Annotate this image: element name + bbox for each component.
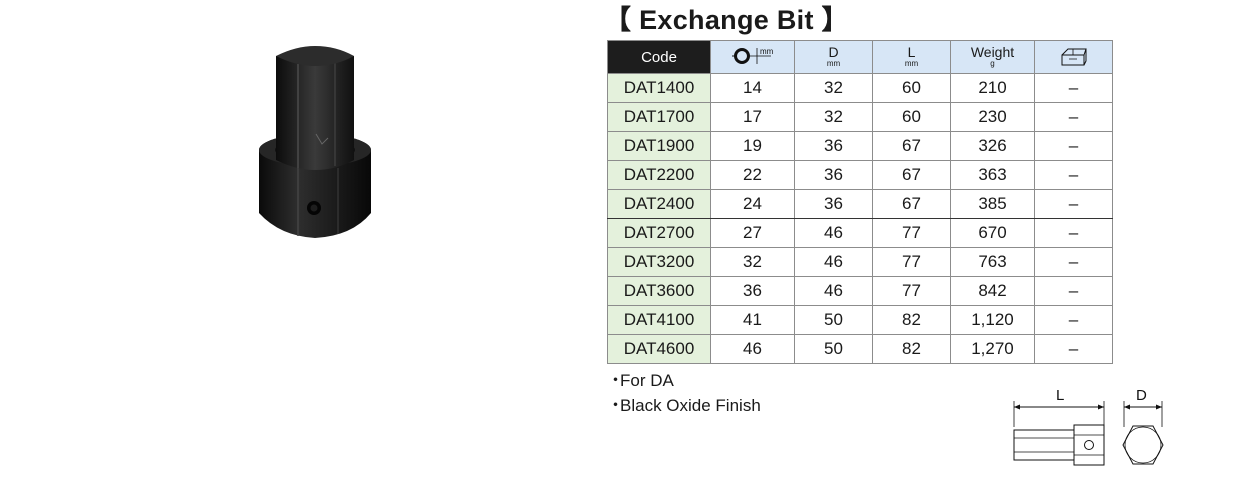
d-cell: 36 (794, 131, 873, 161)
l-cell: 67 (872, 160, 951, 190)
weight-cell: 230 (950, 102, 1035, 132)
hex-cell: 32 (710, 247, 795, 277)
table-row: DAT4600 46 50 82 1,270 – (607, 334, 1113, 364)
code-cell: DAT4600 (607, 334, 711, 364)
table-row: DAT3600 36 46 77 842 – (607, 276, 1113, 306)
page-title: 【 Exchange Bit 】 (604, 5, 849, 35)
d-cell: 32 (794, 102, 873, 132)
code-cell: DAT2700 (607, 218, 711, 248)
code-cell: DAT3600 (607, 276, 711, 306)
l-cell: 77 (872, 218, 951, 248)
l-cell: 67 (872, 131, 951, 161)
table-row: DAT1400 14 32 60 210 – (607, 73, 1113, 103)
d-cell: 46 (794, 218, 873, 248)
dimension-l-label: L (1056, 387, 1064, 404)
packaging-cell: – (1034, 73, 1113, 103)
code-cell: DAT1400 (607, 73, 711, 103)
notes-list: ・For DA ・Black Oxide Finish (607, 368, 761, 418)
d-cell: 36 (794, 160, 873, 190)
packaging-cell: – (1034, 218, 1113, 248)
hex-cell: 36 (710, 276, 795, 306)
packaging-cell: – (1034, 131, 1113, 161)
box-icon (1061, 48, 1087, 66)
hex-cell: 14 (710, 73, 795, 103)
weight-cell: 385 (950, 189, 1035, 219)
weight-cell: 670 (950, 218, 1035, 248)
packaging-cell: – (1034, 102, 1113, 132)
l-cell: 82 (872, 334, 951, 364)
spec-table: Code mm D mm L mm Weight g DAT1400 14 32… (607, 40, 1113, 364)
header-l: L mm (872, 40, 951, 74)
weight-cell: 763 (950, 247, 1035, 277)
l-cell: 82 (872, 305, 951, 335)
l-cell: 67 (872, 189, 951, 219)
hex-unit: mm (760, 47, 774, 56)
l-cell: 77 (872, 247, 951, 277)
table-row: DAT2700 27 46 77 670 – (607, 218, 1113, 248)
table-row: DAT2200 22 36 67 363 – (607, 160, 1113, 190)
code-cell: DAT4100 (607, 305, 711, 335)
hex-cell: 19 (710, 131, 795, 161)
packaging-cell: – (1034, 334, 1113, 364)
dimension-d-label: D (1136, 387, 1147, 404)
header-d: D mm (794, 40, 873, 74)
hex-cell: 46 (710, 334, 795, 364)
packaging-cell: – (1034, 276, 1113, 306)
note-item: ・Black Oxide Finish (607, 396, 761, 415)
packaging-cell: – (1034, 160, 1113, 190)
d-cell: 36 (794, 189, 873, 219)
hex-size-icon: mm (731, 47, 774, 64)
code-cell: DAT2400 (607, 189, 711, 219)
table-row: DAT2400 24 36 67 385 – (607, 189, 1113, 219)
header-code: Code (607, 40, 711, 74)
header-weight: Weight g (950, 40, 1035, 74)
d-cell: 50 (794, 305, 873, 335)
weight-cell: 1,270 (950, 334, 1035, 364)
weight-cell: 326 (950, 131, 1035, 161)
l-cell: 77 (872, 276, 951, 306)
code-cell: DAT1700 (607, 102, 711, 132)
packaging-cell: – (1034, 189, 1113, 219)
header-hex-size: mm (710, 40, 795, 74)
header-packaging (1034, 40, 1113, 74)
packaging-cell: – (1034, 247, 1113, 277)
code-cell: DAT2200 (607, 160, 711, 190)
table-row: DAT1900 19 36 67 326 – (607, 131, 1113, 161)
hex-cell: 41 (710, 305, 795, 335)
exchange-bit-photo (259, 46, 371, 238)
d-cell: 50 (794, 334, 873, 364)
d-cell: 32 (794, 73, 873, 103)
code-cell: DAT1900 (607, 131, 711, 161)
hex-cell: 22 (710, 160, 795, 190)
table-row: DAT4100 41 50 82 1,120 – (607, 305, 1113, 335)
table-row: DAT1700 17 32 60 230 – (607, 102, 1113, 132)
dimension-diagram: L D (1013, 387, 1164, 466)
hex-cell: 24 (710, 189, 795, 219)
d-cell: 46 (794, 276, 873, 306)
hex-cell: 17 (710, 102, 795, 132)
d-cell: 46 (794, 247, 873, 277)
weight-cell: 842 (950, 276, 1035, 306)
code-cell: DAT3200 (607, 247, 711, 277)
packaging-cell: – (1034, 305, 1113, 335)
weight-cell: 210 (950, 73, 1035, 103)
weight-cell: 1,120 (950, 305, 1035, 335)
note-item: ・For DA (607, 371, 674, 390)
table-row: DAT3200 32 46 77 763 – (607, 247, 1113, 277)
hex-cell: 27 (710, 218, 795, 248)
l-cell: 60 (872, 102, 951, 132)
weight-cell: 363 (950, 160, 1035, 190)
table-header-row: Code mm D mm L mm Weight g (607, 40, 1113, 74)
l-cell: 60 (872, 73, 951, 103)
